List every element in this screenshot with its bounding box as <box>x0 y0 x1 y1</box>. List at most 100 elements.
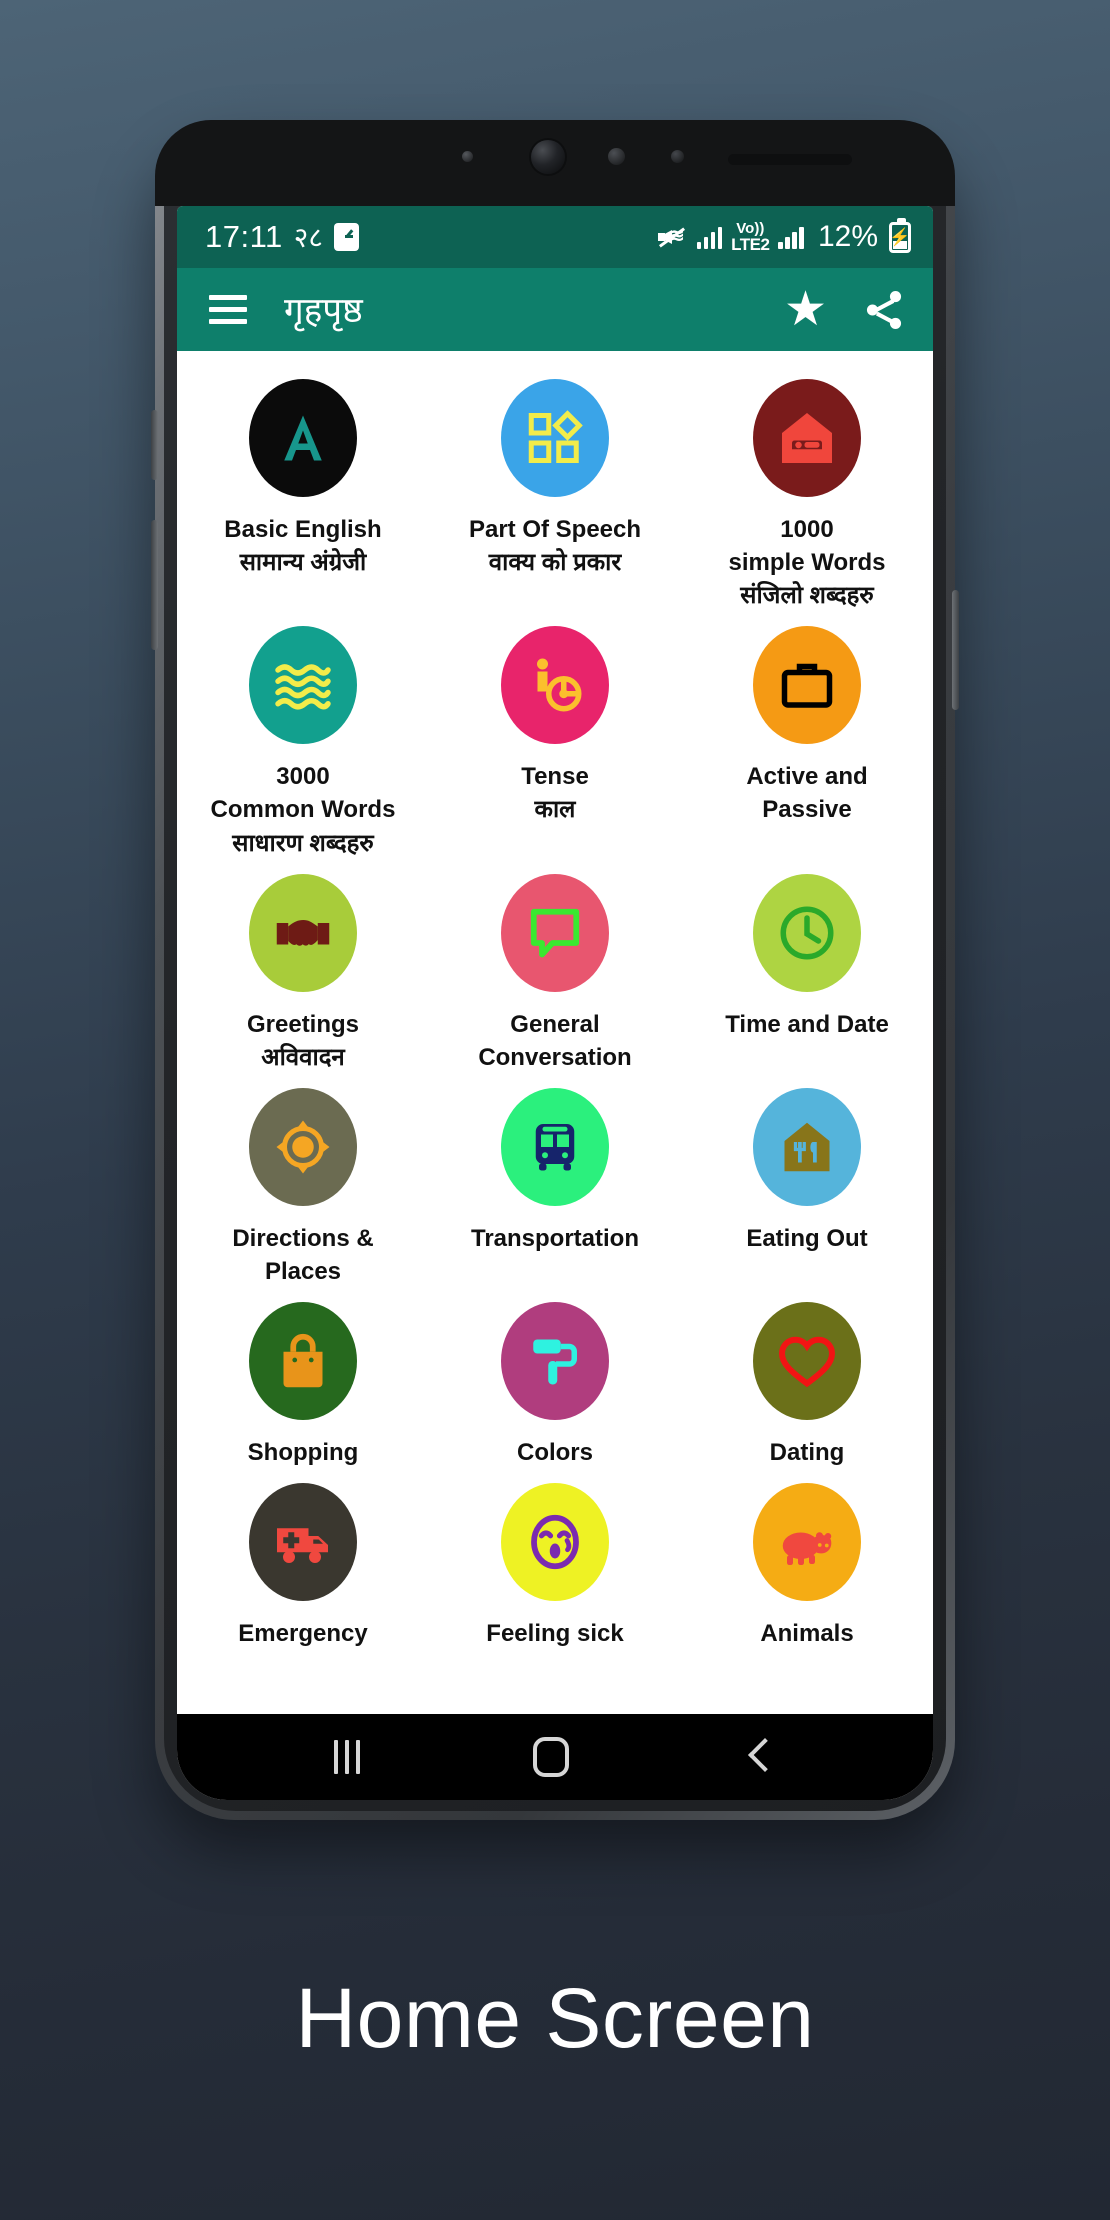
shopping-bag-icon <box>249 1302 357 1421</box>
alarm-clock-icon <box>333 223 359 251</box>
proximity-sensor-icon <box>607 148 625 165</box>
grid-item-labels: Shopping <box>248 1436 359 1469</box>
android-navigation-bar <box>177 1714 933 1800</box>
status-time: 17:11 <box>205 219 283 254</box>
volume-mute-icon: ≋ <box>657 223 688 251</box>
grid-item-label-3: साधारण शब्दहरु <box>232 829 374 857</box>
grid-item-label-2: simple Words <box>728 549 886 577</box>
front-camera-icon <box>531 140 565 174</box>
grid-item-colors[interactable]: Colors <box>429 1296 681 1469</box>
status-bar: 17:11 २८ ≋ Vo)) LTE2 12% ⚡ <box>177 206 933 268</box>
sensor-small-icon <box>462 151 474 162</box>
star-icon[interactable]: ★ <box>784 285 827 334</box>
shapes-icon <box>501 379 609 497</box>
grid-item-labels: Feeling sick <box>486 1617 623 1650</box>
grid-item-label-1: Part Of Speech <box>468 516 642 543</box>
grid-item-labels: Dating <box>770 1436 845 1469</box>
target-crosshair-icon <box>249 1087 357 1206</box>
grid-item-labels: Transportation <box>471 1222 639 1255</box>
category-grid: Basic English सामान्य अंग्रेजी Part Of Spe… <box>177 373 933 1650</box>
page-title: गृहपृष्ठ <box>284 291 363 330</box>
share-icon[interactable] <box>861 287 907 333</box>
paint-roller-icon <box>501 1302 609 1421</box>
back-icon[interactable] <box>742 1740 776 1774</box>
grid-item-labels: 3000 Common Words साधारण शब्दहरु <box>211 760 396 859</box>
grid-item-labels: General Conversation <box>478 1008 631 1074</box>
bed-house-icon <box>753 379 861 497</box>
grid-item-transportation[interactable]: Transportation <box>429 1082 681 1288</box>
grid-item-labels: 1000 simple Words संजिलो शब्दहरु <box>729 513 886 612</box>
grid-item-label-1: General <box>510 1010 600 1038</box>
volte-line-1: Vo)) <box>736 220 765 237</box>
battery-percent-label: 12% <box>817 220 878 253</box>
hamburger-menu-icon[interactable] <box>209 295 247 324</box>
grid-item-labels: Part Of Speech वाक्य को प्रकार <box>469 513 641 579</box>
grid-item-label-1: 3000 <box>276 763 330 791</box>
briefcase-icon <box>753 626 861 745</box>
grid-item-label-1: Animals <box>760 1620 854 1648</box>
grid-item-labels: Colors <box>517 1436 593 1469</box>
grid-item-eating-out[interactable]: Eating Out <box>681 1082 933 1288</box>
grid-item-labels: Directions & Places <box>232 1222 373 1288</box>
grid-item-labels: Tense काल <box>521 760 589 826</box>
grid-item-basic-english[interactable]: Basic English सामान्य अंग्रेजी <box>177 373 429 612</box>
grid-item-active-and[interactable]: Active and Passive <box>681 620 933 859</box>
power-button[interactable] <box>952 590 959 710</box>
grid-item-greetings[interactable]: Greetings अविवादन <box>177 868 429 1074</box>
status-bar-left: 17:11 २८ <box>205 218 359 256</box>
phone-frame: 17:11 २८ ≋ Vo)) LTE2 12% ⚡ गृहपृष्ठ ★ Ba… <box>151 120 959 1820</box>
grid-item-labels: Basic English सामान्य अंग्रेजी <box>224 513 381 579</box>
grid-item-labels: Emergency <box>238 1617 367 1650</box>
grid-item-label-1: Colors <box>516 1439 593 1467</box>
grid-item-label-2: सामान्य अंग्रेजी <box>239 549 367 577</box>
volte-indicator: Vo)) LTE2 <box>731 220 770 254</box>
grid-item-label-1: Directions & <box>232 1224 374 1252</box>
grid-item-tense[interactable]: Tense काल <box>429 620 681 859</box>
grid-item-animals[interactable]: Animals <box>681 1477 933 1650</box>
grid-item-feeling-sick[interactable]: Feeling sick <box>429 1477 681 1650</box>
letter-a-icon <box>249 379 357 497</box>
grid-item-label-1: Dating <box>769 1439 845 1467</box>
grid-item-part-of-speech[interactable]: Part Of Speech वाक्य को प्रकार <box>429 373 681 612</box>
hippo-icon <box>753 1483 861 1602</box>
signal-bars-icon-1 <box>696 225 723 249</box>
grid-item-label-1: Eating Out <box>746 1224 868 1252</box>
grid-item-label-1: Basic English <box>224 516 382 543</box>
app-bar: गृहपृष्ठ ★ <box>177 268 933 351</box>
grid-item-label-3: संजिलो शब्दहरु <box>740 582 874 610</box>
grid-item-3000[interactable]: 3000 Common Words साधारण शब्दहरु <box>177 620 429 859</box>
grid-item-general[interactable]: General Conversation <box>429 868 681 1074</box>
grid-item-label-2: Passive <box>762 796 852 824</box>
volte-line-2: LTE2 <box>731 235 770 254</box>
caption-text: Home Screen <box>295 1971 815 2065</box>
bus-icon <box>501 1087 609 1206</box>
grid-item-labels: Greetings अविवादन <box>247 1008 359 1074</box>
handshake-icon <box>249 873 357 992</box>
heart-icon <box>753 1302 861 1421</box>
grid-item-label-1: Active and <box>746 763 868 791</box>
sensor-strip <box>155 120 955 206</box>
grid-item-labels: Eating Out <box>746 1222 867 1255</box>
grid-item-label-2: Places <box>264 1257 342 1285</box>
grid-item-emergency[interactable]: Emergency <box>177 1477 429 1650</box>
restaurant-house-icon <box>753 1087 861 1206</box>
signal-bars-icon-2 <box>778 225 804 249</box>
grid-item-label-1: Transportation <box>470 1224 639 1252</box>
recents-icon[interactable] <box>333 1740 360 1774</box>
accessibility-icon <box>501 626 609 745</box>
grid-item-1000[interactable]: 1000 simple Words संजिलो शब्दहरु <box>681 373 933 612</box>
volume-button[interactable] <box>151 520 158 650</box>
grid-item-label-2: काल <box>534 796 576 824</box>
grid-item-label-1: 1000 <box>780 516 834 543</box>
bixby-button[interactable] <box>151 410 158 480</box>
grid-item-label-2: Common Words <box>210 796 396 824</box>
grid-item-directions[interactable]: Directions & Places <box>177 1082 429 1288</box>
home-icon[interactable] <box>532 1737 569 1777</box>
grid-item-dating[interactable]: Dating <box>681 1296 933 1469</box>
grid-item-label-2: अविवादन <box>261 1043 345 1071</box>
chat-bubble-icon <box>501 873 609 992</box>
grid-item-time-and-date[interactable]: Time and Date <box>681 868 933 1074</box>
home-grid-scroll[interactable]: Basic English सामान्य अंग्रेजी Part Of Spe… <box>177 351 933 1714</box>
grid-item-labels: Animals <box>760 1617 853 1650</box>
grid-item-shopping[interactable]: Shopping <box>177 1296 429 1469</box>
